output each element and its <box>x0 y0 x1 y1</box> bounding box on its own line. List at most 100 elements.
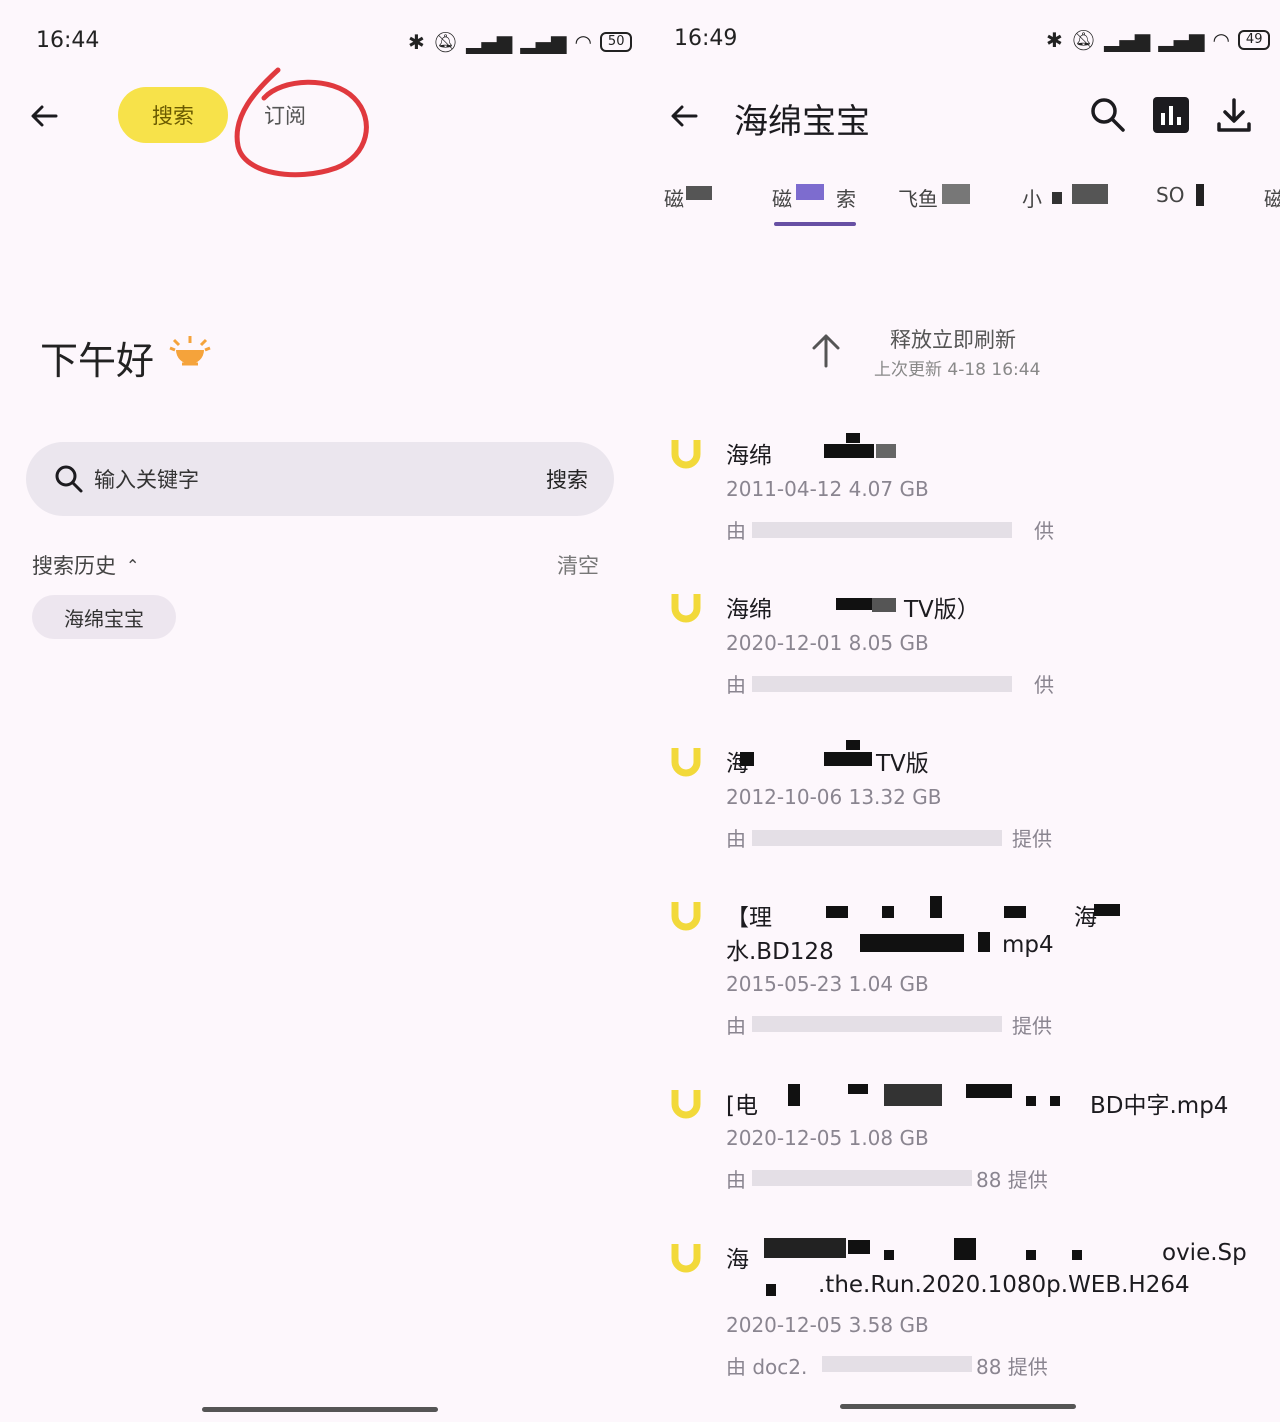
redaction <box>966 1084 1012 1098</box>
item-source-prefix: 由 <box>726 1168 746 1192</box>
chevron-up-icon: ⌃ <box>126 555 140 575</box>
item-source-suffix: 88 提供 <box>976 1355 1048 1379</box>
active-tab-indicator <box>774 222 856 226</box>
redaction <box>822 1356 972 1372</box>
item-title: [电 <box>726 1093 758 1119</box>
redaction <box>954 1238 976 1260</box>
magnet-icon <box>671 1244 701 1273</box>
redaction <box>764 1238 846 1258</box>
redaction <box>846 433 860 443</box>
history-chip-label: 海绵宝宝 <box>64 606 144 631</box>
item-date-size: 2020-12-05 3.58 GB <box>726 1313 929 1337</box>
search-icon <box>55 465 83 493</box>
redaction <box>752 522 1012 538</box>
item-title: 【理 <box>726 905 772 931</box>
history-chip[interactable]: 海绵宝宝 <box>32 595 176 639</box>
status-icons: ✱ 🔕︎ ▂▄▆ ▂▄▆ ◠ 49 <box>1046 28 1271 52</box>
item-source-suffix: 提供 <box>1012 827 1052 851</box>
chart-icon[interactable] <box>1152 96 1190 134</box>
annotation-circle <box>234 67 369 178</box>
tab-label: 飞鱼 <box>898 187 938 211</box>
tab-search-label: 搜索 <box>152 104 194 128</box>
page-title: 海绵宝宝 <box>734 102 870 142</box>
redaction <box>1026 1250 1036 1260</box>
status-icons: ✱ 🔕︎ ▂▄▆ ▂▄▆ ◠ 50 <box>408 30 633 54</box>
redaction <box>860 934 964 952</box>
mute-icon: 🔕︎ <box>1070 28 1097 52</box>
clear-history-button[interactable]: 清空 <box>557 550 599 580</box>
home-indicator <box>202 1407 438 1412</box>
item-title-tail: TV版 <box>876 751 929 777</box>
item-date-size: 2020-12-05 1.08 GB <box>726 1126 929 1150</box>
item-source-prefix: 由 <box>726 519 746 543</box>
item-title-tail: ovie.Sp <box>1162 1240 1247 1266</box>
item-date-size: 2020-12-01 8.05 GB <box>726 631 929 655</box>
mute-icon: 🔕︎ <box>432 30 459 54</box>
download-icon[interactable] <box>1214 96 1254 136</box>
redaction <box>848 1240 870 1254</box>
tab-label: 索 <box>836 187 856 211</box>
battery-indicator: 50 <box>599 32 633 52</box>
item-title-tail: BD中字.mp4 <box>1090 1093 1229 1119</box>
bluetooth-icon: ✱ <box>408 30 425 54</box>
item-source-suffix: 提供 <box>1012 1014 1052 1038</box>
redaction <box>884 1084 942 1106</box>
item-source-prefix: 由 doc2. <box>726 1355 808 1379</box>
item-source-suffix: 供 <box>1034 673 1054 697</box>
item-source-suffix: 88 提供 <box>976 1168 1048 1192</box>
search-bar[interactable]: 输入关键字 搜索 <box>26 442 614 516</box>
redaction <box>836 598 872 610</box>
redaction <box>978 932 990 952</box>
redaction <box>884 1250 894 1260</box>
redaction <box>1072 1250 1082 1260</box>
redaction <box>788 1084 800 1106</box>
back-arrow-icon[interactable] <box>664 96 704 136</box>
redaction <box>766 1284 776 1296</box>
redaction <box>876 444 896 458</box>
home-indicator <box>840 1404 1076 1409</box>
search-icon[interactable] <box>1088 95 1128 135</box>
back-arrow-icon[interactable] <box>24 96 64 136</box>
sun-icon <box>169 336 211 366</box>
item-title: 海绵 <box>726 597 772 623</box>
signal-icon-2: ▂▄▆ <box>1158 28 1205 52</box>
redaction <box>882 906 894 918</box>
redaction <box>872 598 896 612</box>
item-date-size: 2015-05-23 1.04 GB <box>726 972 929 996</box>
tab-label: 小 <box>1022 187 1042 211</box>
redaction <box>1094 904 1120 916</box>
wifi-icon: ◠ <box>1212 28 1230 52</box>
magnet-icon <box>671 748 701 777</box>
redaction <box>1026 1096 1036 1106</box>
search-history-header[interactable]: 搜索历史 ⌃ <box>32 550 139 580</box>
search-button[interactable]: 搜索 <box>546 464 588 494</box>
tab-search[interactable]: 搜索 <box>118 87 228 143</box>
item-title-tail: TV版） <box>904 597 980 623</box>
redaction <box>796 184 824 200</box>
redaction <box>1052 192 1062 204</box>
tab-label: 磁 <box>664 187 684 211</box>
redaction <box>686 186 712 200</box>
refresh-label: 释放立即刷新 <box>890 328 1016 352</box>
wifi-icon: ◠ <box>574 30 592 54</box>
item-date-size: 2011-04-12 4.07 GB <box>726 477 929 501</box>
redaction <box>824 444 874 458</box>
signal-icon: ▂▄▆ <box>1104 28 1151 52</box>
signal-icon-2: ▂▄▆ <box>520 30 567 54</box>
refresh-last-update: 上次更新 4-18 16:44 <box>874 360 1041 380</box>
redaction <box>1050 1096 1060 1106</box>
redaction <box>846 740 860 750</box>
item-date-size: 2012-10-06 13.32 GB <box>726 785 942 809</box>
redaction <box>826 906 848 918</box>
tab-label: 磁 <box>772 187 792 211</box>
search-history-title: 搜索历史 <box>32 554 116 578</box>
magnet-icon <box>671 594 701 623</box>
redaction <box>824 752 872 766</box>
redaction <box>848 1084 868 1094</box>
status-time: 16:44 <box>36 28 100 53</box>
magnet-icon <box>671 440 701 469</box>
greeting-text: 下午好 <box>40 339 155 383</box>
magnet-icon <box>671 1090 701 1119</box>
search-input[interactable]: 输入关键字 <box>94 464 546 494</box>
redaction <box>942 184 970 204</box>
